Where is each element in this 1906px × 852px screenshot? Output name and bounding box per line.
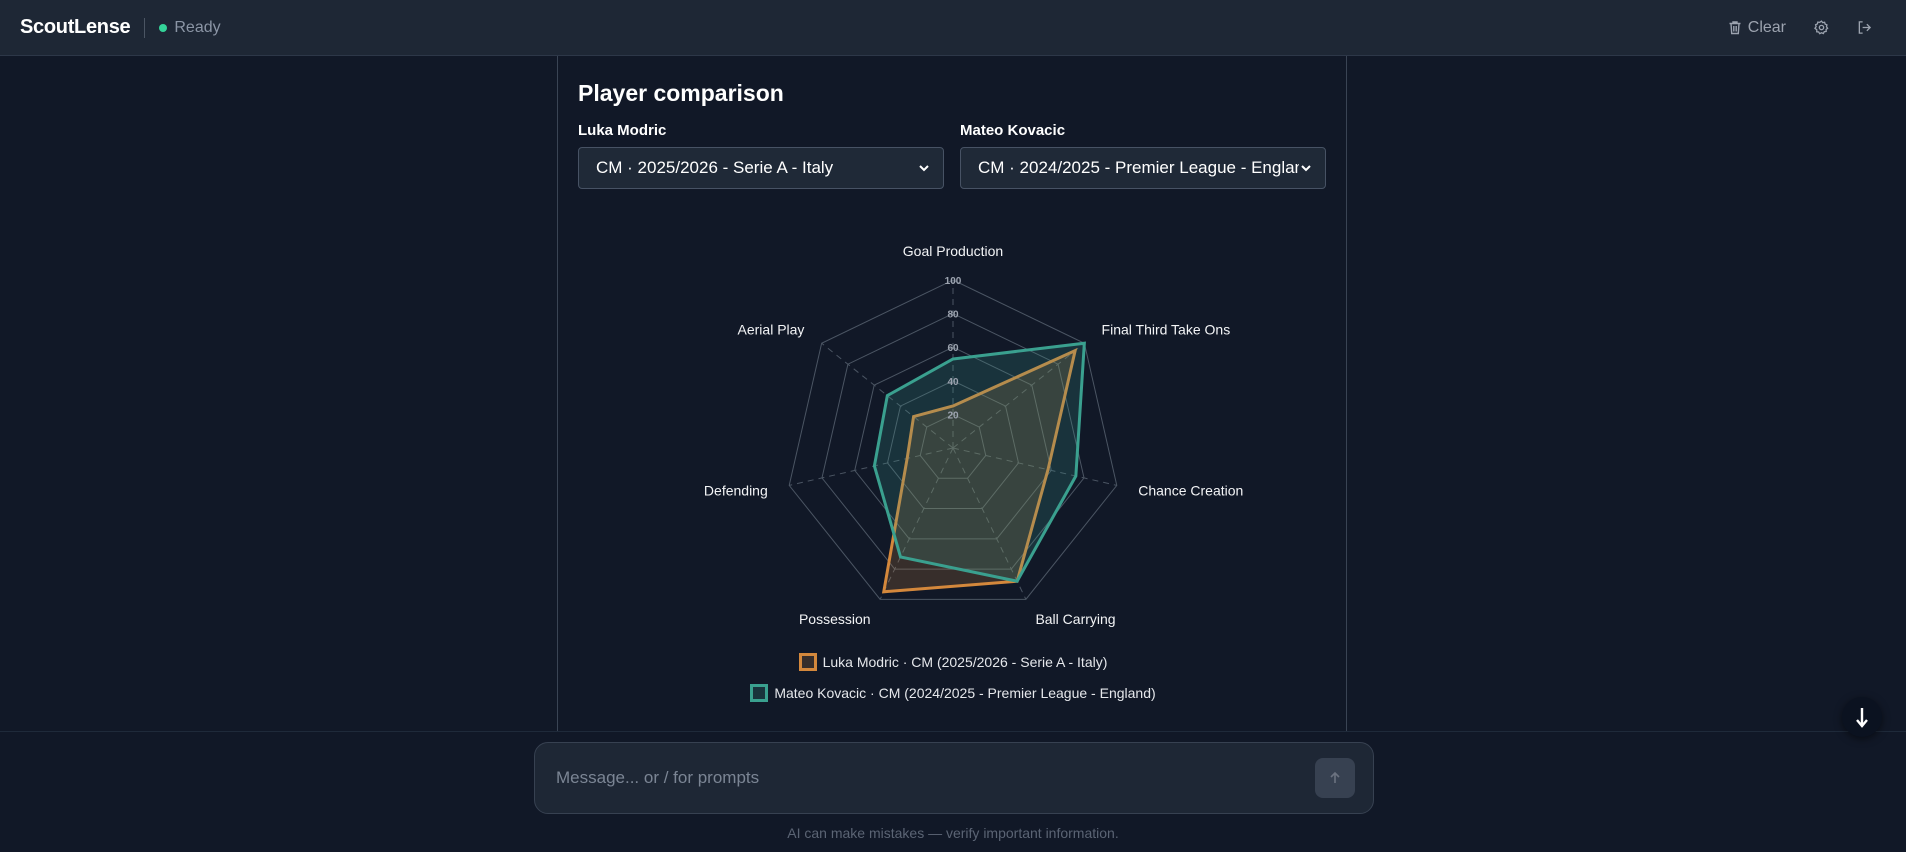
logout-button[interactable] [1857,20,1872,35]
composer-divider [0,731,1906,732]
legend-item-b[interactable]: Mateo Kovacic · CM (2024/2025 - Premier … [558,684,1348,702]
status-dot-icon [159,23,168,32]
radar-tick-label: 60 [947,343,959,354]
status-text: Ready [174,18,221,36]
legend-swatch-b [750,684,769,702]
radar-axis-label: Aerial Play [738,322,805,338]
comparison-panel: Player comparison Luka Modric CM · 2025/… [557,56,1347,732]
disclaimer: AI can make mistakes — verify important … [787,825,1119,841]
radar-axis-label: Chance Creation [1138,482,1243,498]
clear-button[interactable]: Clear [1728,19,1786,37]
radar-chart: 20 40 60 80 100 Goal Production Final Third Ta… [704,243,1243,627]
radar-series-b [872,341,1086,583]
send-button[interactable] [1315,758,1355,798]
radar-axis-label: Goal Production [903,243,1003,259]
radar-axis-label: Possession [799,611,871,627]
message-input[interactable] [556,768,1315,788]
scroll-down-button[interactable] [1842,697,1882,737]
radar-tick-label: 20 [947,410,959,421]
arrow-up-icon [1330,771,1340,783]
app-logo: ScoutLense [20,16,131,38]
radar-tick-label: 40 [947,377,959,388]
radar-axis-label: Defending [704,482,768,498]
radar-axis-label: Final Third Take Ons [1102,322,1231,338]
clear-label: Clear [1747,18,1786,36]
legend-label-b: Mateo Kovacic · CM (2024/2025 - Premier … [774,685,1156,701]
arrow-down-icon [1856,708,1868,728]
radar-tick-label: 80 [947,310,959,321]
radar-axis-label: Ball Carrying [1035,611,1115,627]
trash-icon [1729,21,1741,35]
status-indicator: Ready [159,18,221,37]
legend-label-a: Luka Modric · CM (2025/2026 - Serie A - … [822,654,1108,670]
top-actions: Clear [1728,19,1872,37]
logout-icon [1858,21,1872,34]
legend-item-a[interactable]: Luka Modric · CM (2025/2026 - Serie A - … [558,653,1348,671]
top-bar: ScoutLense Ready Clear [0,0,1906,56]
radar-tick-label: 100 [945,276,962,287]
message-composer [534,742,1374,814]
gear-icon [1814,20,1829,35]
settings-button[interactable] [1814,20,1829,35]
legend-swatch-a [798,653,817,671]
brand-divider [144,17,146,38]
